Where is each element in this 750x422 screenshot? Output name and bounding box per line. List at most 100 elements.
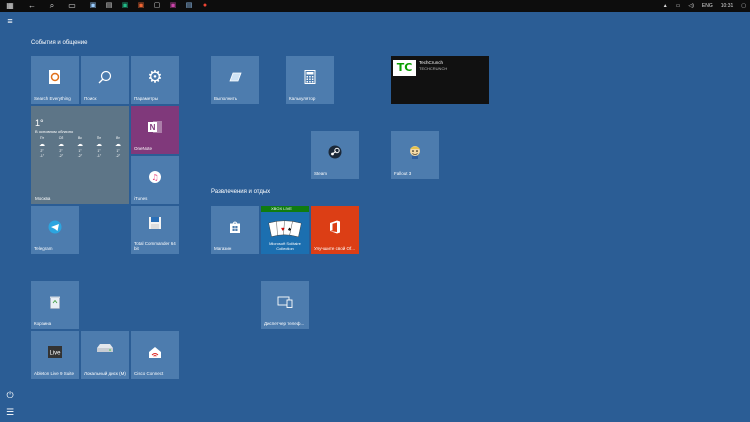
tile-label: Cisco Connect <box>134 371 164 376</box>
system-tray: ▲ ▭ ◁) ENG 10:31 ▢ <box>663 0 746 12</box>
tile-search[interactable]: Поиск <box>81 56 129 104</box>
search-everything-icon <box>48 69 62 85</box>
tile-recycle-bin[interactable]: Корзина <box>31 281 79 329</box>
tile-techcrunch[interactable]: TC TechCrunch TECHCRUNCH <box>391 56 489 104</box>
weather-city: Москва <box>35 196 51 201</box>
tile-label: Выполнить <box>214 96 238 101</box>
taskbar-chrome-icon[interactable]: ● <box>200 1 210 11</box>
tile-label: Steam <box>314 171 328 176</box>
tile-label: Локальный диск (M) <box>84 371 126 376</box>
tile-itunes[interactable]: ♫ iTunes <box>131 156 179 204</box>
tile-total-commander[interactable]: Total Commander 64 bit <box>131 206 179 254</box>
svg-text:♥: ♥ <box>281 227 285 233</box>
forecast-day: Сб ☁ 2° -2° <box>53 136 69 159</box>
taskbar-app-2-icon[interactable]: ▤ <box>104 1 114 11</box>
tile-cisco[interactable]: Cisco Connect <box>131 331 179 379</box>
tile-telegram[interactable]: Telegram <box>31 206 79 254</box>
tile-label: Корзина <box>34 321 52 326</box>
run-icon <box>228 71 242 83</box>
tile-label: Microsoft Solitaire Collection <box>269 241 301 251</box>
tile-solitaire[interactable]: XBOX LIVE ♥ ♠ Microsoft Solitaire Collect… <box>261 206 309 254</box>
tile-weather[interactable]: 1° В основном облачно Пт ☁ 2° -1° Сб ☁ 2… <box>31 106 129 204</box>
playing-cards-icon: ♥ ♠ <box>268 219 302 239</box>
tile-label: Fallout 3 <box>394 171 412 176</box>
tile-onenote[interactable]: N OneNote <box>131 106 179 154</box>
search-icon[interactable]: ⌕ <box>44 0 60 12</box>
search-icon <box>98 70 112 84</box>
gear-icon: ⚙ <box>147 67 163 87</box>
tile-device-manager[interactable]: Диспетчер телеф... <box>261 281 309 329</box>
phone-device-icon <box>277 296 293 309</box>
tile-run[interactable]: Выполнить <box>211 56 259 104</box>
tile-label: Поиск <box>84 96 97 101</box>
cloud-icon: ☁ <box>77 142 83 148</box>
vault-boy-icon <box>408 144 422 160</box>
hamburger-icon[interactable]: ≡ <box>5 17 15 26</box>
tile-label: Search Everything <box>34 96 71 101</box>
tile-search-everything[interactable]: Search Everything <box>31 56 79 104</box>
taskbar-app-5-icon[interactable]: ▢ <box>152 1 162 11</box>
tile-fallout[interactable]: Fallout 3 <box>391 131 439 179</box>
ableton-live-icon: Live <box>48 346 62 359</box>
tile-label: Диспетчер телеф... <box>264 321 305 326</box>
onenote-icon: N <box>147 119 163 135</box>
forecast-day: Пн ☁ 1° -1° <box>91 136 107 159</box>
action-center-icon[interactable]: ▢ <box>741 3 746 9</box>
tile-calculator[interactable]: Калькулятор <box>286 56 334 104</box>
hard-drive-icon <box>97 344 113 353</box>
calculator-icon <box>304 70 316 85</box>
cloud-icon: ☁ <box>39 142 45 148</box>
tile-label: Параметры <box>134 96 158 101</box>
tile-label: Улучшите свой Of... <box>314 246 356 251</box>
tile-store[interactable]: Магазин <box>211 206 259 254</box>
svg-text:N: N <box>150 123 156 132</box>
clock[interactable]: 10:31 <box>721 3 734 9</box>
steam-icon <box>328 145 342 159</box>
cloud-icon: ☁ <box>96 142 102 148</box>
tile-label: OneNote <box>134 146 153 151</box>
taskbar-app-7-icon[interactable]: ▤ <box>184 1 194 11</box>
tile-settings[interactable]: ⚙ Параметры <box>131 56 179 104</box>
list-icon[interactable]: ☰ <box>5 408 15 417</box>
language-indicator[interactable]: ENG <box>702 3 713 9</box>
taskbar-app-3-icon[interactable]: ▣ <box>120 1 130 11</box>
tile-local-disk[interactable]: Локальный диск (M) <box>81 331 129 379</box>
taskbar-app-6-icon[interactable]: ▣ <box>168 1 178 11</box>
taskbar-app-4-icon[interactable]: ▣ <box>136 1 146 11</box>
floppy-disk-icon <box>148 216 162 230</box>
store-bag-icon <box>229 221 241 234</box>
tile-label: Total Commander 64 bit <box>134 241 176 251</box>
techcrunch-logo: TC <box>393 60 416 76</box>
power-icon[interactable]: ⏻ <box>5 391 15 400</box>
tile-office[interactable]: Улучшите свой Of... <box>311 206 359 254</box>
techcrunch-subtitle: TECHCRUNCH <box>419 66 448 71</box>
back-arrow-icon[interactable]: ← <box>24 0 40 12</box>
techcrunch-title: TechCrunch <box>419 60 444 65</box>
weather-condition: В основном облачно <box>35 129 74 134</box>
taskbar: ▦ ← ⌕ ▭ ▣ ▤ ▣ ▣ ▢ ▣ ▤ ● ▲ ▭ ◁) ENG 10:31… <box>0 0 750 12</box>
task-view-icon[interactable]: ▭ <box>64 0 80 12</box>
recycle-bin-icon <box>49 295 61 309</box>
svg-text:Live: Live <box>49 351 61 357</box>
group-title-events[interactable]: События и общение <box>31 40 87 46</box>
itunes-icon: ♫ <box>148 170 162 184</box>
tile-label: Калькулятор <box>289 96 316 101</box>
xbox-live-badge: XBOX LIVE <box>261 206 309 212</box>
tile-steam[interactable]: Steam <box>311 131 359 179</box>
telegram-icon <box>48 220 62 234</box>
group-title-entertainment[interactable]: Развлечения и отдых <box>211 189 270 195</box>
tile-label: iTunes <box>134 196 148 201</box>
taskbar-app-1-icon[interactable]: ▣ <box>88 1 98 11</box>
network-icon[interactable]: ▭ <box>676 3 681 9</box>
weather-temperature: 1° <box>35 118 44 128</box>
notification-chevron-icon[interactable]: ▲ <box>663 3 668 9</box>
tile-ableton[interactable]: Live Ableton Live 9 Suite <box>31 331 79 379</box>
svg-text:♫: ♫ <box>151 173 158 182</box>
cisco-wifi-icon <box>147 345 163 359</box>
forecast-day: Пт ☁ 2° -1° <box>34 136 50 159</box>
office-icon <box>329 220 341 234</box>
windows-start-icon[interactable]: ▦ <box>2 0 18 12</box>
tile-label: Telegram <box>34 246 53 251</box>
volume-icon[interactable]: ◁) <box>688 3 694 9</box>
cloud-icon: ☁ <box>58 142 64 148</box>
